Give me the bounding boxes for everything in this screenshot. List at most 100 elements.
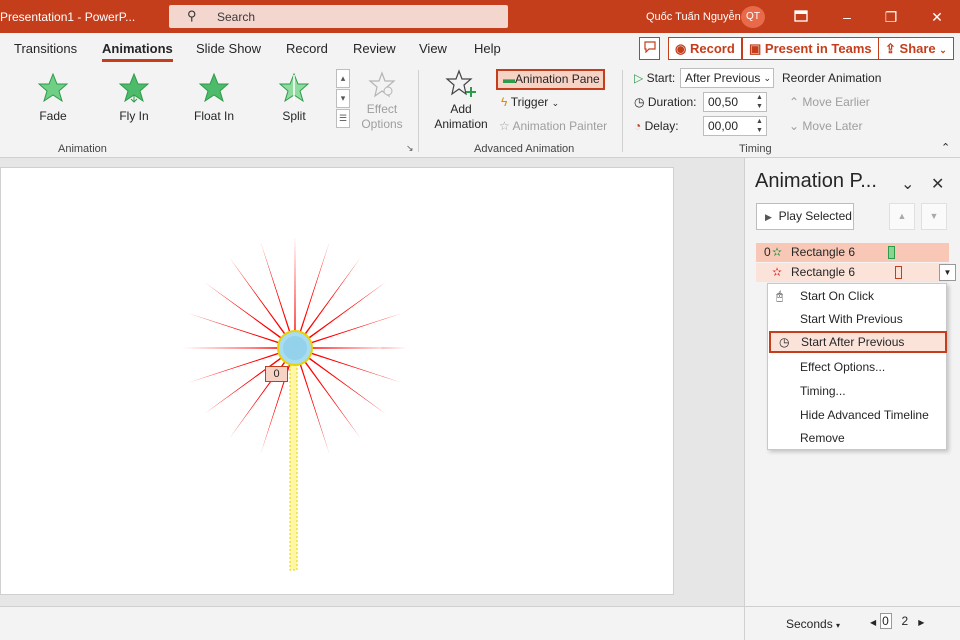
animation-pane-label: Animation Pane xyxy=(515,72,600,86)
share-label: Share xyxy=(899,41,936,56)
animation-tag[interactable]: 0 xyxy=(265,366,288,382)
clock-icon: ◷ xyxy=(779,335,790,349)
avatar[interactable]: QT xyxy=(741,6,765,28)
item-dropdown-button[interactable]: ▼ xyxy=(939,264,956,281)
green-star-icon: ✫ xyxy=(772,245,783,259)
gallery-more-button[interactable]: ☰ xyxy=(336,109,350,128)
gallery-up-button[interactable]: ▴ xyxy=(336,69,350,88)
tab-help[interactable]: Help xyxy=(474,41,501,56)
play-selected-button[interactable]: ▶ Play Selected xyxy=(756,203,854,230)
restore-button[interactable]: ❐ xyxy=(876,6,906,28)
tab-transitions[interactable]: Transitions xyxy=(14,41,77,56)
play-selected-label: Play Selected xyxy=(778,209,852,223)
collapse-ribbon-icon[interactable]: ⌃ xyxy=(941,141,950,154)
gallery-down-button[interactable]: ▾ xyxy=(336,89,350,108)
sunburst-ray xyxy=(310,313,402,344)
delay-value: 00,00 xyxy=(708,119,739,133)
delay-input[interactable]: 00,00 ▲ ▼ xyxy=(703,116,767,136)
pane-options-chevron-icon[interactable]: ⌄ xyxy=(901,174,914,194)
animation-list-item[interactable]: 0 ✫ Rectangle 6 xyxy=(756,243,949,262)
move-earlier-button[interactable]: ⌃ Move Earlier xyxy=(789,95,870,109)
tab-animations[interactable]: Animations xyxy=(102,41,173,62)
animation-split[interactable]: Split xyxy=(264,73,324,123)
menu-start-with-previous[interactable]: Start With Previous xyxy=(768,308,946,330)
comment-button[interactable] xyxy=(639,37,660,60)
group-label-animation: Animation xyxy=(58,143,107,155)
tab-slide-show[interactable]: Slide Show xyxy=(196,41,261,56)
duration-spinner[interactable]: ▲ ▼ xyxy=(753,93,766,111)
pane-close-icon[interactable]: ✕ xyxy=(931,174,944,194)
animation-painter-button[interactable]: ☆ Animation Painter xyxy=(499,119,607,133)
teams-icon: ▣ xyxy=(749,41,762,56)
animation-fade[interactable]: Fade xyxy=(23,73,83,123)
duration-input[interactable]: 00,50 ▲ ▼ xyxy=(703,92,767,112)
sunburst-ray xyxy=(307,356,386,414)
present-in-teams-button[interactable]: ▣ Present in Teams xyxy=(742,37,879,60)
start-value: After Previous xyxy=(685,71,761,85)
menu-effect-options[interactable]: Effect Options... xyxy=(768,356,946,378)
effect-options-button[interactable]: Effect Options xyxy=(354,71,410,132)
seconds-dropdown[interactable]: Seconds ▾ xyxy=(786,617,840,631)
trigger-button[interactable]: ϟ Trigger ⌄ xyxy=(501,95,559,109)
pane-footer: Seconds ▾ ◀ 0 2 ▶ xyxy=(744,606,960,640)
user-name[interactable]: Quốc Tuấn Nguyễn xyxy=(646,11,741,23)
animation-float-in[interactable]: Float In xyxy=(184,73,244,123)
timing-bar[interactable] xyxy=(895,266,902,279)
menu-start-after-previous[interactable]: ◷ Start After Previous xyxy=(769,331,947,353)
record-button[interactable]: ◉ Record xyxy=(668,37,742,60)
delay-spinner[interactable]: ▲ ▼ xyxy=(753,117,766,135)
search-box[interactable]: ⚲ Search xyxy=(169,5,508,28)
duration-label: Duration: xyxy=(647,95,697,109)
animation-pane-icon: ▬ xyxy=(503,72,515,86)
effect-options-label: Effect Options xyxy=(361,102,403,131)
sunburst-ray xyxy=(303,257,361,336)
share-icon: ⇪ xyxy=(885,41,896,56)
close-button[interactable]: ✕ xyxy=(922,6,952,28)
trigger-icon: ϟ xyxy=(501,95,508,109)
ruler-start: 0 xyxy=(879,613,892,629)
ruler-left-button[interactable]: ◀ xyxy=(870,618,876,627)
fade-star-icon xyxy=(38,73,68,103)
start-select[interactable]: After Previous ⌄ xyxy=(680,68,774,88)
pane-title: Animation P... xyxy=(755,170,877,192)
menu-remove[interactable]: Remove xyxy=(768,427,946,449)
chevron-down-icon: ▾ xyxy=(836,621,841,630)
animation-list-item[interactable]: ✫ Rectangle 6 ▼ xyxy=(756,263,956,282)
menu-start-on-click[interactable]: 🖰 Start On Click xyxy=(768,285,946,307)
fade-label: Fade xyxy=(39,109,67,123)
move-later-button[interactable]: ⌄ Move Later xyxy=(789,119,862,133)
sunburst-ray xyxy=(307,282,386,340)
menu-timing[interactable]: Timing... xyxy=(768,380,946,402)
clock-icon: ◷ xyxy=(634,95,645,109)
dialog-launcher-icon[interactable]: ↘ xyxy=(406,143,414,154)
add-animation-button[interactable]: Add Animation xyxy=(425,69,497,132)
tab-review[interactable]: Review xyxy=(353,41,396,56)
tab-record[interactable]: Record xyxy=(286,41,328,56)
move-up-button[interactable]: ▲ xyxy=(889,203,915,230)
delay-label: Delay: xyxy=(644,119,679,133)
title-bar: Presentation1 - PowerP... ⚲ Search Quốc … xyxy=(0,0,960,33)
timing-bar[interactable] xyxy=(888,246,895,259)
share-button[interactable]: ⇪ Share ⌄ xyxy=(878,37,954,60)
duration-label-group: ◷ Duration: xyxy=(634,95,697,109)
item-name: Rectangle 6 xyxy=(791,245,856,259)
sunburst-ray xyxy=(311,347,407,349)
menu-hide-advanced-timeline[interactable]: Hide Advanced Timeline xyxy=(768,404,946,426)
menu-item-label: Remove xyxy=(800,431,845,445)
float-in-star-icon xyxy=(199,73,229,103)
animation-fly-in[interactable]: Fly In xyxy=(104,73,164,123)
animation-pane-button[interactable]: ▬Animation Pane xyxy=(496,69,605,90)
duration-value: 00,50 xyxy=(708,95,739,109)
ruler-right-button[interactable]: ▶ xyxy=(918,618,924,627)
slide-canvas[interactable]: 0 xyxy=(0,167,674,595)
move-down-button[interactable]: ▼ xyxy=(921,203,947,230)
fly-in-label: Fly In xyxy=(119,109,149,123)
red-star-icon: ✫ xyxy=(772,265,783,279)
search-placeholder: Search xyxy=(217,10,256,24)
status-strip xyxy=(0,606,744,640)
reorder-animation-label: Reorder Animation xyxy=(782,71,882,85)
play-icon: ▷ xyxy=(634,71,644,85)
ribbon-display-icon[interactable] xyxy=(786,6,816,28)
tab-view[interactable]: View xyxy=(419,41,447,56)
minimize-button[interactable]: – xyxy=(832,6,862,28)
